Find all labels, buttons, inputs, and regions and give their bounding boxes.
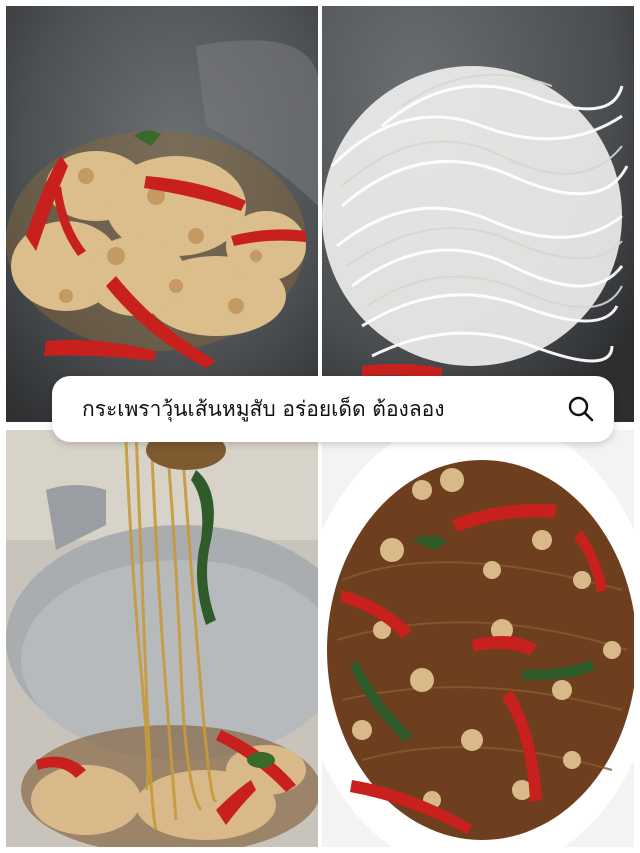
- photo-glass-noodles-in-wok-image: [322, 6, 634, 422]
- photo-collage: กระเพราวุ้นเส้นหมูสับ อร่อยเด็ด ต้องลอง: [0, 0, 640, 853]
- search-bar[interactable]: กระเพราวุ้นเส้นหมูสับ อร่อยเด็ด ต้องลอง: [52, 376, 614, 442]
- photo-finished-dish: [322, 430, 634, 847]
- photo-glass-noodles-in-wok: [322, 6, 634, 422]
- search-icon[interactable]: [566, 394, 596, 424]
- photo-noodles-lifted: [6, 430, 318, 847]
- photo-finished-dish-image: [322, 430, 634, 847]
- photo-stir-fried-pork: [6, 6, 318, 422]
- photo-stir-fried-pork-image: [6, 6, 318, 422]
- photo-noodles-lifted-image: [6, 430, 318, 847]
- search-query-text[interactable]: กระเพราวุ้นเส้นหมูสับ อร่อยเด็ด ต้องลอง: [82, 393, 566, 426]
